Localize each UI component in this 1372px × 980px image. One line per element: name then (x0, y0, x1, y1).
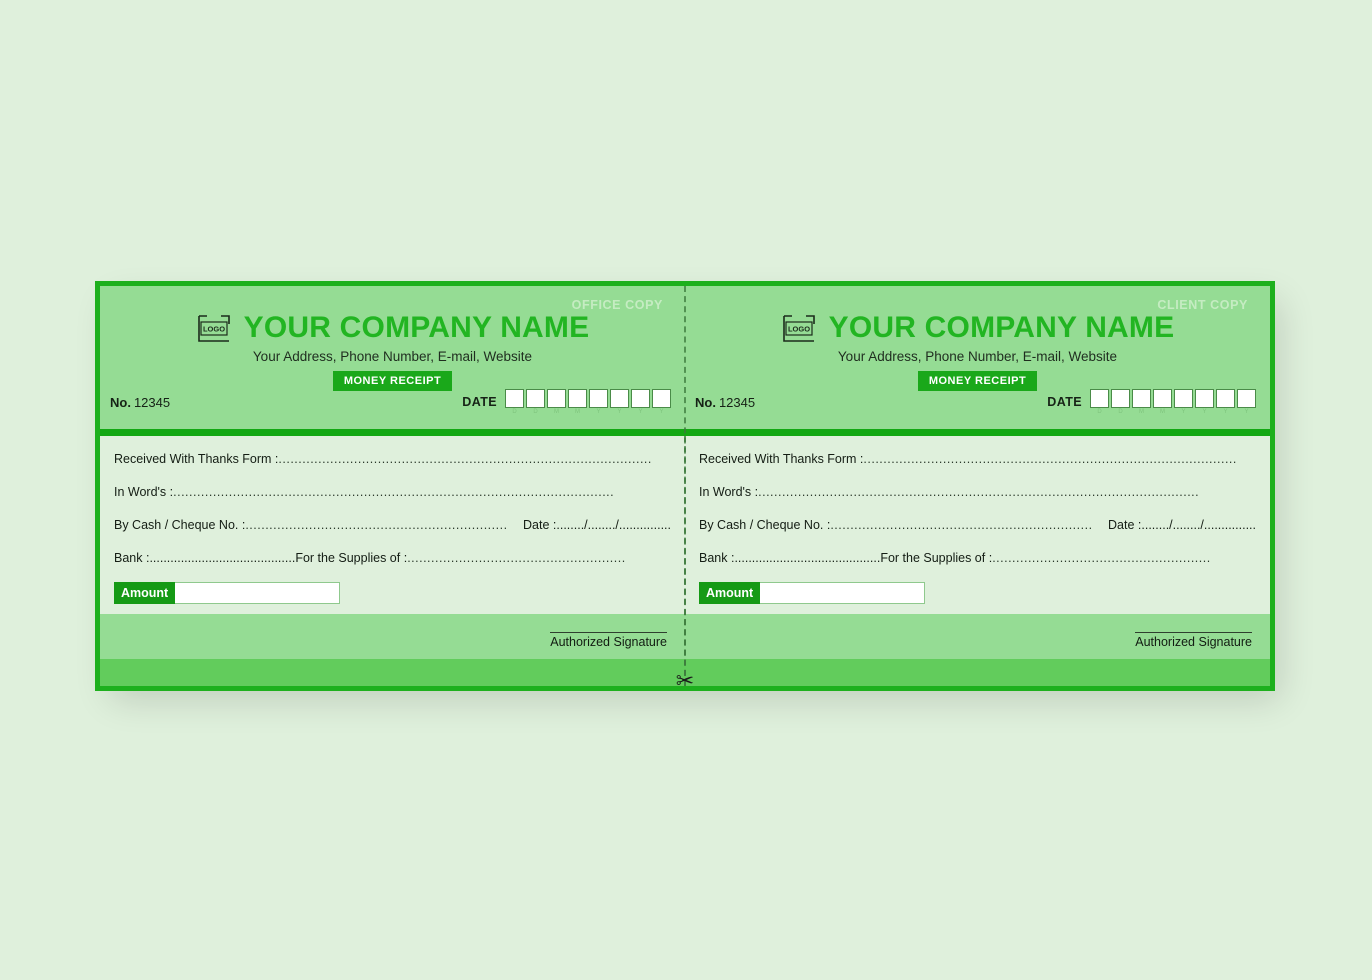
received-from-dots: ........................................… (278, 452, 652, 466)
cheque-no-dots: ........................................… (830, 518, 1093, 532)
no-date-row-client: No. 12345 DATE D D M M Y Y Y Y (695, 389, 1256, 415)
money-receipt-badge-office: MONEY RECEIPT (332, 371, 453, 391)
date-group-client: DATE D D M M Y Y Y Y (1047, 389, 1256, 415)
received-from-dots: ........................................… (863, 452, 1237, 466)
supplies-dots: ........................................… (992, 551, 1211, 565)
date-boxes-client[interactable]: D D M M Y Y Y Y (1090, 389, 1256, 415)
amount-label-client: Amount (699, 582, 761, 604)
amount-row-office: Amount (114, 582, 671, 604)
receipt-number-client: No. 12345 (695, 395, 755, 410)
badge-row-office: MONEY RECEIPT (118, 371, 667, 391)
perforation-cut-line-full (684, 286, 686, 686)
svg-text:LOGO: LOGO (788, 324, 810, 333)
date-label-client: DATE (1047, 395, 1082, 409)
office-copy-body: Received With Thanks Form : ............… (100, 436, 685, 686)
cheque-no-label: By Cash / Cheque No. : (114, 518, 246, 532)
field-received-from-client[interactable]: Received With Thanks Form : ............… (699, 452, 1256, 466)
date-cell-d2[interactable]: D (1111, 389, 1130, 415)
date-cell-y4[interactable]: Y (1237, 389, 1256, 415)
company-name-office: YOUR COMPANY NAME (243, 311, 590, 344)
brand-row-office: LOGO YOUR COMPANY NAME (118, 286, 667, 345)
date-group-office: DATE D D M M Y Y Y Y (462, 389, 671, 415)
date-boxes-office[interactable]: D D M M Y Y Y Y (505, 389, 671, 415)
money-receipt-badge-client: MONEY RECEIPT (917, 371, 1038, 391)
field-cheque-no-client[interactable]: By Cash / Cheque No. : .................… (699, 518, 1256, 532)
logo-icon: LOGO (781, 314, 817, 343)
authorized-signature-client: Authorized Signature (1135, 632, 1252, 649)
date-cell-m2[interactable]: M (568, 389, 587, 415)
company-address-office: Your Address, Phone Number, E-mail, Webs… (252, 349, 533, 364)
amount-input-client[interactable] (760, 582, 926, 604)
office-copy-header: OFFICE COPY LOGO YOUR COMPANY NAME Your … (100, 286, 685, 429)
receipt-number-office: No. 12345 (110, 395, 170, 410)
bank-dots: ........................................… (734, 551, 881, 565)
in-words-dots: ........................................… (758, 485, 1200, 499)
date-cell-y2[interactable]: Y (1195, 389, 1214, 415)
date-cell-y1[interactable]: Y (1174, 389, 1193, 415)
receipt-number-label-office: No. (110, 394, 131, 410)
cheque-date-label: Date : (523, 518, 557, 532)
logo-icon: LOGO (196, 314, 232, 343)
footer-bottom-strip-client (685, 659, 1270, 686)
bank-dots: ........................................… (149, 551, 296, 565)
brand-row-client: LOGO YOUR COMPANY NAME (703, 286, 1252, 345)
money-receipt-card: OFFICE COPY LOGO YOUR COMPANY NAME Your … (95, 281, 1275, 693)
receipt-number-value-client: 12345 (718, 394, 756, 410)
in-words-label: In Word's : (114, 485, 174, 499)
date-cell-m1[interactable]: M (1132, 389, 1151, 415)
cheque-date-dots: ......../......../............... (556, 518, 671, 532)
amount-label-office: Amount (114, 582, 176, 604)
field-cheque-no-office[interactable]: By Cash / Cheque No. : .................… (114, 518, 671, 532)
field-received-from-office[interactable]: Received With Thanks Form : ............… (114, 452, 671, 466)
received-from-label: Received With Thanks Form : (699, 452, 864, 466)
date-cell-d2[interactable]: D (526, 389, 545, 415)
cheque-date-label: Date : (1108, 518, 1142, 532)
date-cell-y2[interactable]: Y (610, 389, 629, 415)
received-from-label: Received With Thanks Form : (114, 452, 279, 466)
field-bank-supplies-client[interactable]: Bank : .................................… (699, 551, 1256, 565)
footer-band-client: Authorized Signature (685, 614, 1270, 686)
in-words-dots: ........................................… (173, 485, 615, 499)
date-cell-y1[interactable]: Y (589, 389, 608, 415)
supplies-label: For the Supplies of : (880, 551, 993, 565)
badge-row-client: MONEY RECEIPT (703, 371, 1252, 391)
company-name-client: YOUR COMPANY NAME (828, 311, 1175, 344)
date-cell-d1[interactable]: D (1090, 389, 1109, 415)
svg-text:LOGO: LOGO (203, 324, 225, 333)
authorized-signature-office: Authorized Signature (550, 632, 667, 649)
client-copy-body: Received With Thanks Form : ............… (685, 436, 1270, 686)
client-copy-header: CLIENT COPY LOGO YOUR COMPANY NAME Your … (685, 286, 1270, 429)
footer-band-office: Authorized Signature (100, 614, 685, 686)
amount-input-office[interactable] (175, 582, 341, 604)
copy-tag-office: OFFICE COPY (571, 298, 663, 312)
cheque-no-label: By Cash / Cheque No. : (699, 518, 831, 532)
receipt-number-label-client: No. (695, 394, 716, 410)
copy-tag-client: CLIENT COPY (1157, 298, 1248, 312)
company-address-client: Your Address, Phone Number, E-mail, Webs… (837, 349, 1118, 364)
in-words-label: In Word's : (699, 485, 759, 499)
date-cell-y3[interactable]: Y (1216, 389, 1235, 415)
footer-bottom-strip-office (100, 659, 685, 686)
date-label-office: DATE (462, 395, 497, 409)
date-cell-y3[interactable]: Y (631, 389, 650, 415)
date-cell-m1[interactable]: M (547, 389, 566, 415)
date-cell-m2[interactable]: M (1153, 389, 1172, 415)
no-date-row-office: No. 12345 DATE D D M M Y Y Y Y (110, 389, 671, 415)
cheque-date-dots: ......../......../............... (1141, 518, 1256, 532)
cheque-no-dots: ........................................… (245, 518, 508, 532)
date-cell-d1[interactable]: D (505, 389, 524, 415)
field-in-words-office[interactable]: In Word's : ............................… (114, 485, 671, 499)
amount-row-client: Amount (699, 582, 1256, 604)
supplies-label: For the Supplies of : (295, 551, 408, 565)
field-bank-supplies-office[interactable]: Bank : .................................… (114, 551, 671, 565)
scissors-icon: ✂ (675, 668, 695, 693)
supplies-dots: ........................................… (407, 551, 626, 565)
field-in-words-client[interactable]: In Word's : ............................… (699, 485, 1256, 499)
receipt-number-value-office: 12345 (133, 394, 171, 410)
bank-label: Bank : (699, 551, 735, 565)
date-cell-y4[interactable]: Y (652, 389, 671, 415)
bank-label: Bank : (114, 551, 150, 565)
